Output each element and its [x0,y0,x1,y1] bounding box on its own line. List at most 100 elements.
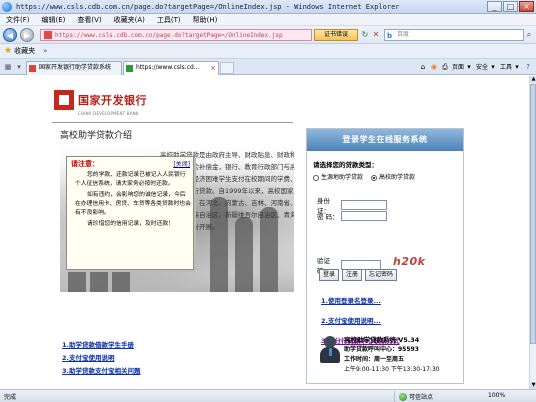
address-field[interactable]: https://www.csls.cdb.com.cn/page.do?targ… [40,29,312,41]
page-menu-label: 页面 [451,64,464,71]
help-button[interactable]: ? [524,63,532,71]
address-toolbar: ◀ ▶ https://www.csls.cdb.com.cn/page.do?… [0,26,536,44]
minimize-button[interactable]: _ [487,1,502,12]
work-days: 工作时间：周一至周五 [344,356,405,363]
print-button[interactable]: ⎙ [441,63,449,71]
home-button[interactable]: ⌂ [419,63,427,71]
favorites-bar: ★ 收藏夹 » [0,44,536,59]
notice-title: 请注意： [71,160,99,168]
login-button[interactable]: 登录 [319,269,340,281]
loan-type-radios: 生源地助学贷款 高校助学贷款 [313,172,415,181]
radio-college-loan[interactable]: 高校助学贷款 [371,172,415,181]
search-icon[interactable]: ⌕ [524,29,534,41]
favorites-label[interactable]: 收藏夹 [14,46,35,56]
menu-view[interactable]: 查看(V) [71,14,107,26]
notice-close-link[interactable]: [关闭] [173,159,190,168]
feeds-button[interactable]: ◉ [430,63,438,71]
maximize-button[interactable]: □ [503,1,518,12]
safety-menu-button[interactable]: 安全 ▾ [476,62,497,72]
menu-tools[interactable]: 工具(T) [151,14,187,26]
forgot-password-button[interactable]: 忘记密码 [365,269,398,281]
page-content: 国家开发银行 CHINA DEVELOPMENT BANK 高校助学贷款介绍 高… [0,76,529,389]
ie-logo-icon [2,1,12,12]
notice-paragraph: 您的学款、还款记录已被记入人民银行个人征信系统，请大家务必按时还款。 [75,172,186,187]
quick-tabs-icon[interactable]: ▾ [14,62,24,72]
zone-label: 可信站点 [409,394,434,401]
status-bar: 完成 可信站点 100% [0,389,536,402]
close-button[interactable]: × [519,1,534,12]
command-bar: ⌂ ◉ ⎙ 页面 ▾ 安全 ▾ 工具 ▾ ? [419,62,532,72]
notice-paragraph: 请珍惜您的信用记录，及时还款！ [87,221,174,227]
logo-cn: 国家开发银行 [78,94,147,107]
search-placeholder: 百度 [397,31,410,38]
page-menu-button[interactable]: 页面 ▾ [451,62,473,72]
menu-bar: 文件(F) 编辑(E) 查看(V) 收藏夹(A) 工具(T) 帮助(H) [0,14,536,26]
link-alipay-guide[interactable]: 2.支付宝使用说明 [62,352,115,362]
address-url: https://www.csls.cdb.com.cn/page.do?targ… [55,31,283,39]
refresh-icon[interactable]: ↻ [360,30,370,40]
tab-list-icon[interactable]: ▦ [3,62,13,72]
radio-college-label: 高校助学贷款 [379,174,416,181]
menu-help[interactable]: 帮助(H) [187,14,224,26]
tools-menu-button[interactable]: 工具 ▾ [499,62,521,72]
cdb-logo-mark [54,90,74,110]
scroll-down-icon[interactable]: ▼ [530,382,536,389]
search-provider-icon: b [387,32,393,40]
logo-en: CHINA DEVELOPMENT BANK [78,111,139,116]
search-input[interactable]: b 百度 [384,29,524,41]
menu-file[interactable]: 文件(F) [0,14,36,26]
menu-favorites[interactable]: 收藏夹(A) [108,14,151,26]
chevron-down-icon: ▾ [467,62,471,71]
home-icon: ⌂ [420,62,426,71]
link-alipay-usage[interactable]: 2.支付宝使用说明... [321,315,381,325]
support-info: 高校助学贷款系统 V5.34 助学贷款呼叫中心：95593 工作时间：周一至周五… [320,334,480,384]
back-button[interactable]: ◀ [3,27,17,42]
link-student-handbook[interactable]: 1.助学贷款借款学生手册 [62,339,134,349]
notice-paragraph: 如有违约，会影响您的诚信记录，今后在办理信用卡、房贷、车贷等各类贷款时也会有不良… [75,192,191,216]
login-panel-header: 登录学生在线服务系统 [307,129,463,151]
tab-label: 国家开发银行助学贷款系统 [39,64,112,71]
stop-icon[interactable]: ✕ [371,30,381,40]
new-tab-button[interactable] [220,62,234,74]
certificate-error-button[interactable]: 证书错误 [314,29,358,41]
favorites-more-button[interactable]: » [43,47,47,55]
status-text: 完成 [4,394,17,401]
title-bar: https://www.csls.cdb.com.cn/page.do?targ… [0,0,536,14]
notice-popup: 请注意： [关闭] 您的学款、还款记录已被记入人民银行个人征信系统，请大家务必按… [66,156,194,270]
zoom-level[interactable]: 100% [488,392,505,399]
tab-close-icon[interactable]: × [210,62,216,74]
tab-bar: ▦ ▾ 国家开发银行助学贷款系统 https://www.csls.cd... … [0,59,536,75]
login-buttons: 登录 注册 忘记密码 [319,269,398,281]
menu-edit[interactable]: 编辑(E) [36,14,72,26]
notice-body: 您的学款、还款记录已被记入人民银行个人征信系统，请大家务必按时还款。 如有违约，… [75,171,191,229]
scroll-up-icon[interactable]: ▲ [530,76,536,83]
print-icon: ⎙ [442,62,448,71]
scroll-thumb[interactable] [530,84,536,344]
page-icon [44,31,52,39]
support-agent-icon [320,336,340,364]
register-button[interactable]: 注册 [342,269,363,281]
chevron-down-icon: ▾ [491,62,495,71]
password-row: 密 码： [317,211,387,221]
chevron-down-icon: ▾ [515,62,519,71]
vertical-scrollbar[interactable]: ▲ ▼ [529,76,536,389]
favorites-star-icon[interactable]: ★ [4,46,12,56]
tools-menu-label: 工具 [499,64,512,71]
forward-button[interactable]: ▶ [20,27,34,42]
loan-type-label: 请选择您的贷款类型： [313,161,378,169]
help-icon: ? [526,62,530,71]
security-zone[interactable]: 可信站点 [394,391,433,402]
tab-loan-system[interactable]: 国家开发银行助学贷款系统 [26,61,122,75]
captcha-image[interactable]: h20k [393,255,425,268]
password-input[interactable] [341,211,387,221]
tab-csls-active[interactable]: https://www.csls.cd... × [123,61,219,75]
radio-origin-label: 生源地助学贷款 [321,174,364,181]
link-login-by-name[interactable]: 1.使用登录名登录... [321,295,381,305]
work-hours: 上午9:00-11:30 下午13:30-17:30 [344,366,440,373]
zone-globe-icon [399,392,407,401]
id-input[interactable] [341,200,387,210]
radio-college-icon [371,174,378,181]
radio-origin-loan[interactable]: 生源地助学贷款 [313,172,363,181]
cdb-logo: 国家开发银行 CHINA DEVELOPMENT BANK [54,90,147,116]
link-alipay-faq[interactable]: 3.助学贷款支付宝相关问题 [62,365,141,375]
